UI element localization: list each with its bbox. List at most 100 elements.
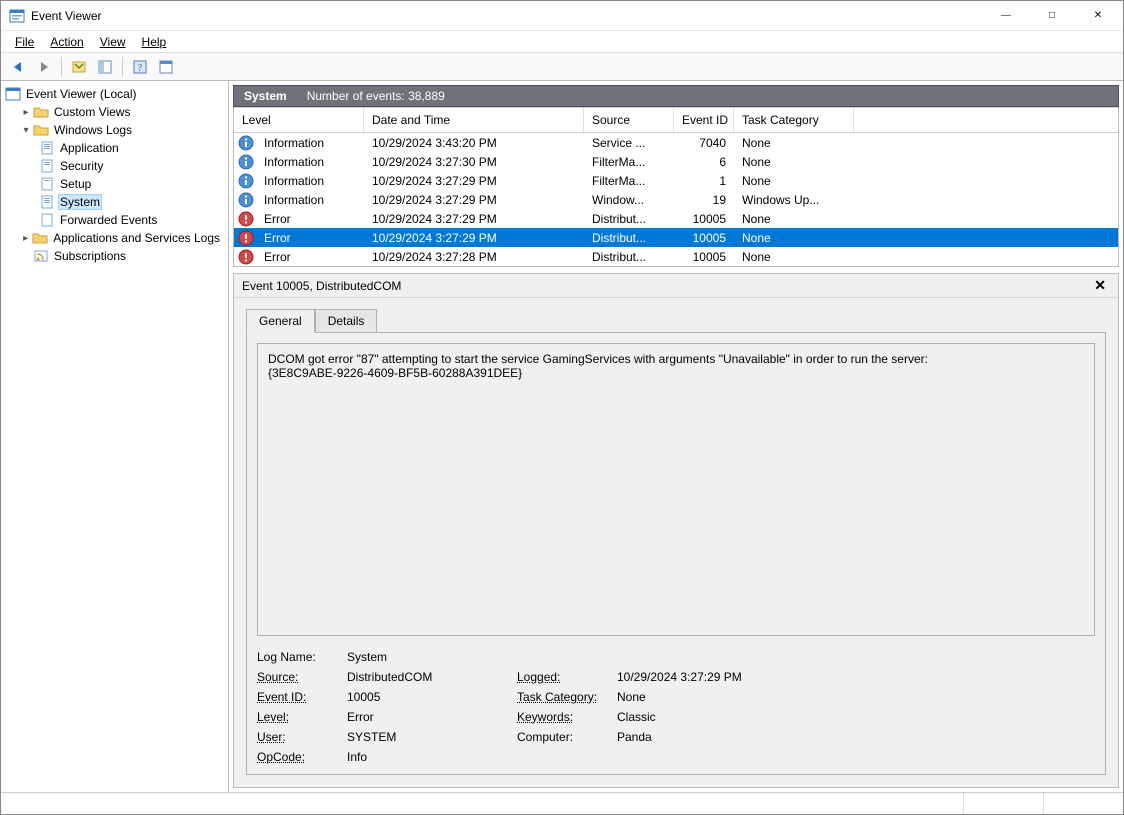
cell-taskcat: Windows Up... (734, 193, 854, 207)
tree-custom-views[interactable]: ▸ Custom Views (3, 103, 226, 121)
detail-title: Event 10005, DistributedCOM (242, 279, 1090, 293)
status-cell (1043, 793, 1123, 814)
meta-value: None (617, 690, 817, 704)
toolbar-separator (61, 57, 62, 77)
tree-label: Subscriptions (52, 249, 128, 263)
detail-close-button[interactable]: ✕ (1090, 277, 1110, 294)
table-row[interactable]: Information10/29/2024 3:43:20 PMService … (234, 133, 1118, 152)
grid-header: Level Date and Time Source Event ID Task… (234, 107, 1118, 133)
properties-button[interactable] (94, 56, 116, 78)
minimize-button[interactable]: — (983, 2, 1029, 30)
tree-label: Windows Logs (52, 123, 134, 137)
tree-application[interactable]: Application (3, 139, 226, 157)
tree-security[interactable]: Security (3, 157, 226, 175)
cell-source: Service ... (584, 136, 674, 150)
error-icon (238, 230, 254, 246)
info-icon (238, 192, 254, 208)
svg-text:?: ? (138, 63, 143, 74)
event-viewer-icon (5, 86, 21, 102)
forward-button[interactable] (33, 56, 55, 78)
tab-general[interactable]: General (246, 309, 315, 333)
log-icon (39, 158, 55, 174)
tree-root[interactable]: Event Viewer (Local) (3, 85, 226, 103)
table-row[interactable]: Error10/29/2024 3:27:29 PMDistribut...10… (234, 209, 1118, 228)
refresh-button[interactable] (155, 56, 177, 78)
tree-label: Custom Views (52, 105, 132, 119)
col-taskcat[interactable]: Task Category (734, 108, 854, 132)
status-cell (963, 793, 1043, 814)
close-button[interactable]: ✕ (1075, 2, 1121, 30)
tree-apps-services[interactable]: ▸ Applications and Services Logs (3, 229, 226, 247)
tab-content: DCOM got error "87" attempting to start … (246, 332, 1106, 775)
menu-file[interactable]: File (7, 33, 42, 51)
app-icon (9, 8, 25, 24)
navigation-tree[interactable]: Event Viewer (Local) ▸ Custom Views ▾ Wi… (1, 81, 229, 792)
expand-icon[interactable]: ▸ (19, 107, 33, 118)
cell-eventid: 10005 (674, 231, 734, 245)
event-detail-pane: Event 10005, DistributedCOM ✕ General De… (233, 273, 1119, 788)
event-metadata: Log Name: System Source: DistributedCOM … (257, 650, 1095, 764)
info-icon (238, 135, 254, 151)
tree-windows-logs[interactable]: ▾ Windows Logs (3, 121, 226, 139)
collapse-icon[interactable]: ▾ (19, 125, 33, 136)
info-icon (238, 154, 254, 170)
table-row[interactable]: Error10/29/2024 3:27:29 PMDistribut...10… (234, 228, 1118, 247)
cell-taskcat: None (734, 136, 854, 150)
log-icon (39, 212, 55, 228)
col-level[interactable]: Level (234, 108, 364, 132)
cell-taskcat: None (734, 231, 854, 245)
subscriptions-icon (33, 248, 49, 264)
tree-setup[interactable]: Setup (3, 175, 226, 193)
meta-label: Source: (257, 670, 347, 684)
grid-body[interactable]: Information10/29/2024 3:43:20 PMService … (234, 133, 1118, 266)
tree-system[interactable]: System (3, 193, 226, 211)
cell-eventid: 10005 (674, 212, 734, 226)
col-datetime[interactable]: Date and Time (364, 108, 584, 132)
table-row[interactable]: Information10/29/2024 3:27:29 PMFilterMa… (234, 171, 1118, 190)
detail-header: Event 10005, DistributedCOM ✕ (234, 274, 1118, 298)
tree-forwarded[interactable]: Forwarded Events (3, 211, 226, 229)
cell-level: Information (256, 155, 364, 169)
meta-value: Panda (617, 730, 817, 744)
menu-view[interactable]: View (92, 33, 134, 51)
tree-label: Application (58, 141, 121, 155)
log-header-count: Number of events: 38,889 (307, 89, 445, 103)
folder-icon (32, 230, 48, 246)
meta-value: System (347, 650, 517, 664)
status-cell (1, 793, 963, 814)
show-hide-tree-button[interactable] (68, 56, 90, 78)
table-row[interactable]: Information10/29/2024 3:27:29 PMWindow..… (234, 190, 1118, 209)
meta-label: Event ID: (257, 690, 347, 704)
tree-subscriptions[interactable]: Subscriptions (3, 247, 226, 265)
cell-datetime: 10/29/2024 3:27:29 PM (364, 193, 584, 207)
meta-label: Level: (257, 710, 347, 724)
detail-body: General Details DCOM got error "87" atte… (234, 298, 1118, 787)
maximize-button[interactable]: □ (1029, 2, 1075, 30)
cell-datetime: 10/29/2024 3:27:29 PM (364, 231, 584, 245)
tab-details[interactable]: Details (315, 309, 378, 333)
menu-help[interactable]: Help (134, 33, 175, 51)
cell-source: FilterMa... (584, 174, 674, 188)
help-button[interactable]: ? (129, 56, 151, 78)
meta-value: DistributedCOM (347, 670, 517, 684)
meta-value: Classic (617, 710, 817, 724)
cell-taskcat: None (734, 155, 854, 169)
window-controls: — □ ✕ (983, 2, 1121, 30)
tree-label: Forwarded Events (58, 213, 159, 227)
back-button[interactable] (7, 56, 29, 78)
error-icon (238, 211, 254, 227)
tree-label: Applications and Services Logs (51, 231, 222, 245)
menu-action[interactable]: Action (42, 33, 91, 51)
table-row[interactable]: Information10/29/2024 3:27:30 PMFilterMa… (234, 152, 1118, 171)
cell-source: Distribut... (584, 250, 674, 264)
table-row[interactable]: Error10/29/2024 3:27:28 PMDistribut...10… (234, 247, 1118, 266)
cell-datetime: 10/29/2024 3:27:29 PM (364, 174, 584, 188)
event-description[interactable]: DCOM got error "87" attempting to start … (257, 343, 1095, 636)
col-source[interactable]: Source (584, 108, 674, 132)
cell-taskcat: None (734, 174, 854, 188)
col-eventid[interactable]: Event ID (674, 108, 734, 132)
cell-source: Distribut... (584, 231, 674, 245)
log-icon (39, 194, 55, 210)
expand-icon[interactable]: ▸ (19, 233, 32, 244)
meta-value: Error (347, 710, 517, 724)
